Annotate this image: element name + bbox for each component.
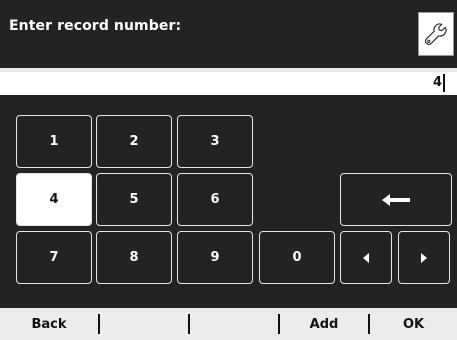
arrow-left-icon xyxy=(382,193,410,206)
page-title: Enter record number: xyxy=(9,18,182,34)
key-7[interactable]: 7 xyxy=(16,231,92,284)
triangle-left-icon xyxy=(363,252,369,263)
record-number-input[interactable]: 4 xyxy=(0,68,457,95)
key-0[interactable]: 0 xyxy=(259,231,335,284)
back-softkey[interactable]: Back xyxy=(0,308,98,340)
cursor-right-button[interactable] xyxy=(398,231,450,284)
wrench-icon xyxy=(424,23,447,46)
softkey-bar: Back Add OK xyxy=(0,308,457,340)
key-9[interactable]: 9 xyxy=(177,231,253,284)
entry-strip xyxy=(0,68,457,72)
record-number-screen: Enter record number: 4 1 2 3 4 5 6 7 8 9… xyxy=(0,0,457,340)
key-1[interactable]: 1 xyxy=(16,115,92,168)
cursor-left-button[interactable] xyxy=(340,231,392,284)
text-cursor xyxy=(443,74,445,92)
key-5[interactable]: 5 xyxy=(96,173,172,226)
key-2[interactable]: 2 xyxy=(96,115,172,168)
softkey-3[interactable] xyxy=(190,308,278,340)
key-6[interactable]: 6 xyxy=(177,173,253,226)
key-3[interactable]: 3 xyxy=(177,115,253,168)
key-8[interactable]: 8 xyxy=(96,231,172,284)
softkey-2[interactable] xyxy=(100,308,188,340)
triangle-right-icon xyxy=(421,252,427,263)
add-softkey[interactable]: Add xyxy=(280,308,368,340)
record-number-value: 4 xyxy=(432,75,442,90)
ok-softkey[interactable]: OK xyxy=(370,308,457,340)
header-bar: Enter record number: xyxy=(0,0,457,66)
backspace-button[interactable] xyxy=(340,173,452,226)
settings-button[interactable] xyxy=(418,12,454,56)
key-4[interactable]: 4 xyxy=(16,173,92,226)
